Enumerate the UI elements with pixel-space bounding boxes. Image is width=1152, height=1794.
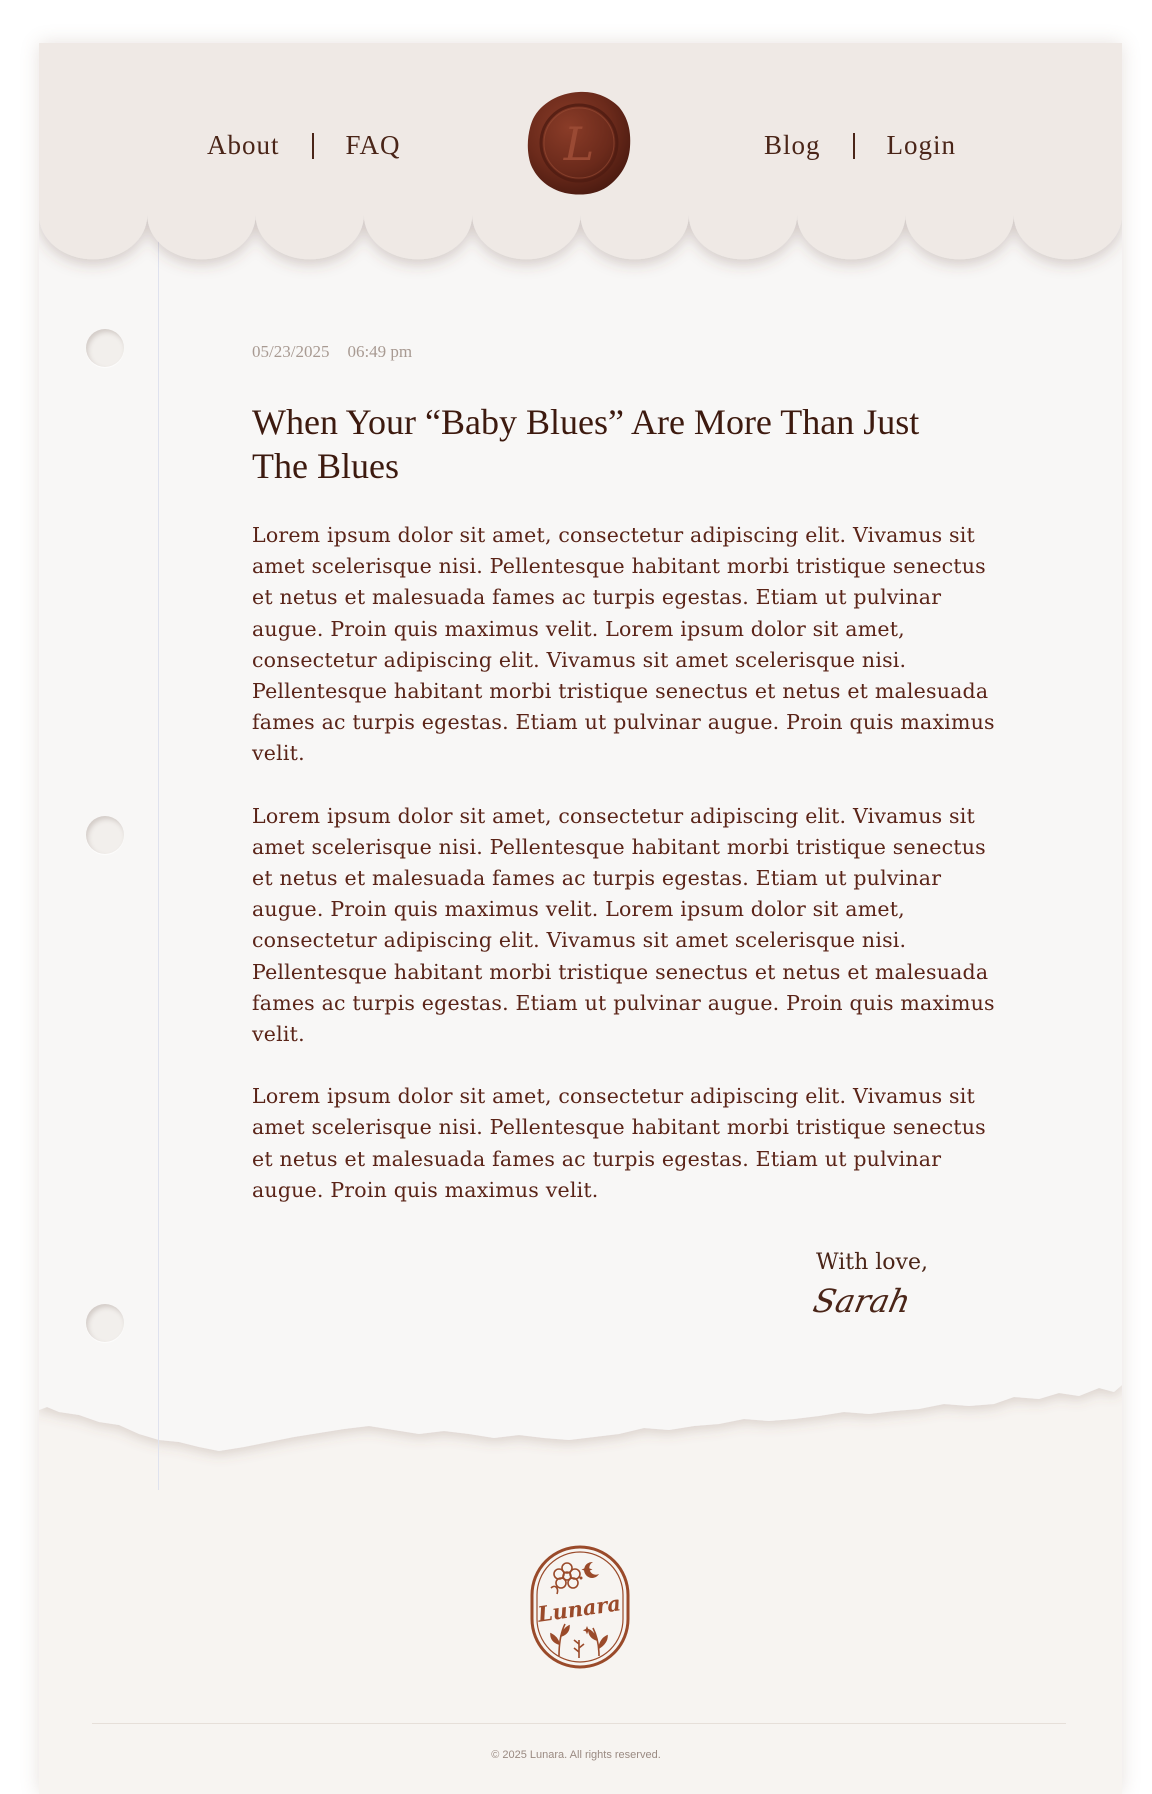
nav-about-link[interactable]: About xyxy=(207,130,280,161)
post-time: 06:49 pm xyxy=(347,342,413,361)
signoff: With love, xyxy=(816,1250,928,1275)
post-body: Lorem ipsum dolor sit amet, consectetur … xyxy=(252,520,1012,1237)
nav-blog-link[interactable]: Blog xyxy=(764,130,821,161)
post-title: When Your “Baby Blues” Are More Than Jus… xyxy=(252,402,920,486)
logo-wordmark: Lunara xyxy=(535,1590,622,1627)
margin-line xyxy=(158,210,159,1490)
nav-login-link[interactable]: Login xyxy=(887,130,957,161)
post-paragraph: Lorem ipsum dolor sit amet, consectetur … xyxy=(252,1084,986,1202)
post-paragraph: Lorem ipsum dolor sit amet, consectetur … xyxy=(252,523,995,766)
nav-divider xyxy=(852,132,855,159)
nav-faq-link[interactable]: FAQ xyxy=(346,130,401,161)
binder-hole xyxy=(86,1304,124,1342)
nav-divider xyxy=(311,132,314,159)
binder-hole xyxy=(86,816,124,854)
nav-left: About FAQ xyxy=(207,130,401,161)
post-date: 05/23/2025 xyxy=(252,342,330,361)
post-meta: 05/23/2025 06:49 pm xyxy=(252,342,412,362)
binder-hole xyxy=(86,329,124,367)
post-paragraph: Lorem ipsum dolor sit amet, consectetur … xyxy=(252,803,995,1047)
nav-right: Blog Login xyxy=(764,130,956,161)
copyright-text: © 2025 Lunara. All rights reserved. xyxy=(491,1749,661,1761)
signature: Sarah xyxy=(809,1282,915,1320)
footer-divider xyxy=(92,1723,1066,1724)
wax-seal-logo[interactable]: L xyxy=(525,89,633,197)
lunara-logo[interactable]: Lunara xyxy=(529,1544,631,1670)
seal-letter: L xyxy=(563,117,595,171)
